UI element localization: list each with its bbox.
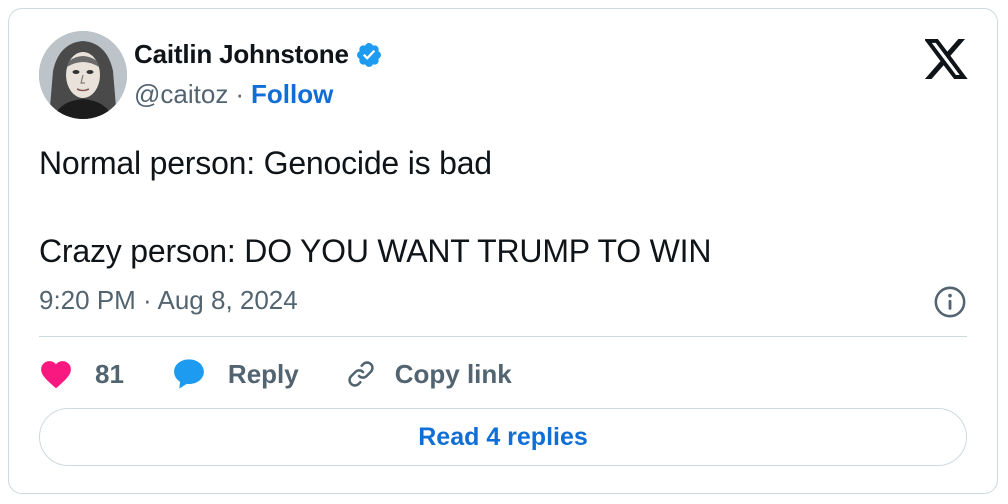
action-bar: 81 Reply Copy link <box>39 354 512 394</box>
author-name[interactable]: Caitlin Johnstone <box>134 39 349 70</box>
follow-button[interactable]: Follow <box>251 79 333 110</box>
separator-dot: · <box>235 79 244 109</box>
copy-link-button[interactable]: Copy link <box>345 358 512 390</box>
speech-bubble-icon <box>172 358 206 390</box>
read-replies-button[interactable]: Read 4 replies <box>39 408 967 466</box>
link-icon <box>345 358 377 390</box>
read-replies-label: Read 4 replies <box>418 422 588 451</box>
like-count: 81 <box>95 358 124 389</box>
verified-badge-icon <box>355 41 383 69</box>
tweet-timestamp[interactable]: 9:20 PM · Aug 8, 2024 <box>39 285 298 316</box>
author-handle[interactable]: @caitoz <box>134 79 228 110</box>
copy-link-label: Copy link <box>394 358 512 389</box>
info-icon[interactable] <box>933 285 967 319</box>
tweet-text: Normal person: Genocide is bad Crazy per… <box>39 145 712 269</box>
author-handle-row: @caitoz · Follow <box>134 79 333 110</box>
x-logo-icon[interactable] <box>924 39 969 79</box>
avatar[interactable] <box>39 31 127 119</box>
avatar-image <box>39 31 127 119</box>
reply-label: Reply <box>227 358 299 389</box>
like-button[interactable]: 81 <box>39 359 124 390</box>
author-name-row: Caitlin Johnstone <box>134 39 383 70</box>
reply-button[interactable]: Reply <box>172 358 299 390</box>
divider <box>39 336 967 337</box>
tweet-card: Caitlin Johnstone @caitoz · Follow Norma… <box>8 8 998 494</box>
heart-icon <box>39 359 73 389</box>
